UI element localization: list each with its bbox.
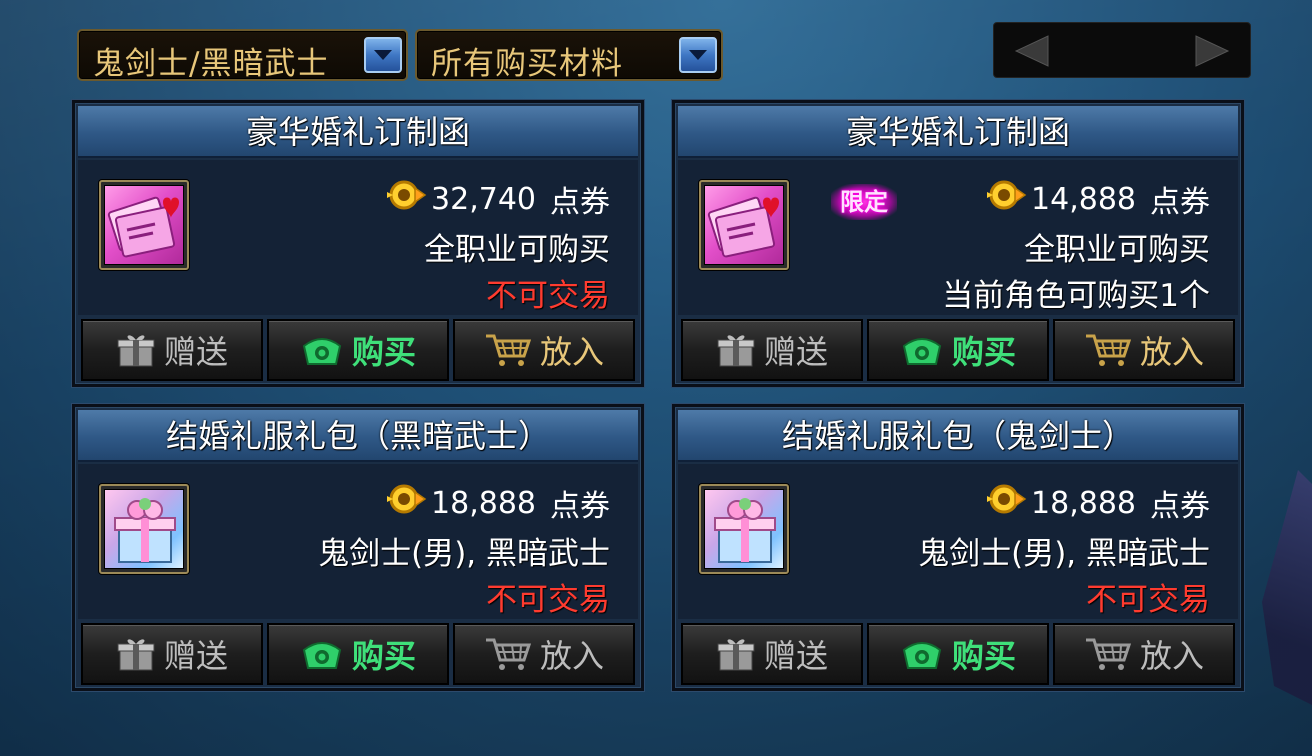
- item-price: 18,888 点券: [387, 482, 610, 524]
- item-body: 32,740 点券全职业可购买不可交易: [78, 160, 638, 315]
- price-currency: 点券: [550, 489, 610, 524]
- item-card: 结婚礼服礼包（黑暗武士） 18,888 点券鬼剑士(男), 黑暗武士不可交易赠送 购买…: [72, 404, 644, 691]
- buy-icon: [300, 332, 344, 368]
- item-title: 结婚礼服礼包（鬼剑士）: [678, 410, 1238, 462]
- buy-icon: [900, 636, 944, 672]
- cart-label: 放入: [539, 333, 604, 371]
- page-navigator: [993, 22, 1251, 78]
- gift-icon: [116, 332, 156, 368]
- item-body: 18,888 点券鬼剑士(男), 黑暗武士不可交易: [78, 464, 638, 619]
- item-body: 18,888 点券鬼剑士(男), 黑暗武士不可交易: [678, 464, 1238, 619]
- buy-label: 购买: [951, 637, 1016, 675]
- item-actions: 赠送 购买 放入: [681, 319, 1235, 381]
- price-amount: 32,740: [431, 181, 536, 217]
- purchase-restriction: 全职业可购买: [424, 232, 610, 268]
- add-to-cart-button[interactable]: 放入: [453, 623, 635, 685]
- chevron-down-icon[interactable]: [679, 37, 717, 73]
- item-title: 豪华婚礼订制函: [78, 106, 638, 158]
- purchase-restriction: 全职业可购买: [1024, 232, 1210, 268]
- wedding-invitation-icon[interactable]: [699, 180, 789, 270]
- gift-box-icon[interactable]: [699, 484, 789, 574]
- item-price: 14,888 点券: [987, 178, 1210, 220]
- gift-box-icon[interactable]: [99, 484, 189, 574]
- coupon-coin-icon: [387, 178, 427, 220]
- gift-icon: [716, 636, 756, 672]
- gift-button[interactable]: 赠送: [681, 623, 863, 685]
- buy-label: 购买: [351, 637, 416, 675]
- item-title: 结婚礼服礼包（黑暗武士）: [78, 410, 638, 462]
- price-amount: 18,888: [1031, 485, 1136, 521]
- item-actions: 赠送 购买 放入: [681, 623, 1235, 685]
- trade-note: 不可交易: [1086, 582, 1210, 618]
- cart-icon: [484, 636, 532, 672]
- gift-icon: [116, 636, 156, 672]
- price-currency: 点券: [1150, 489, 1210, 524]
- next-page-arrow-icon[interactable]: [1192, 34, 1232, 72]
- price-currency: 点券: [550, 185, 610, 220]
- cart-icon: [1084, 636, 1132, 672]
- add-to-cart-button[interactable]: 放入: [453, 319, 635, 381]
- material-filter-dropdown[interactable]: 所有购买材料: [415, 29, 723, 81]
- chevron-down-icon[interactable]: [364, 37, 402, 73]
- price-amount: 14,888: [1031, 181, 1136, 217]
- buy-button[interactable]: 购买: [267, 623, 449, 685]
- purchase-restriction: 鬼剑士(男), 黑暗武士: [918, 536, 1210, 572]
- material-filter-value: 所有购买材料: [431, 46, 623, 81]
- cart-label: 放入: [1139, 333, 1204, 371]
- price-currency: 点券: [1150, 185, 1210, 220]
- coupon-coin-icon: [387, 482, 427, 524]
- item-body: 限定 14,888 点券全职业可购买当前角色可购买1个: [678, 160, 1238, 315]
- job-filter-value: 鬼剑士/黑暗武士: [93, 46, 329, 81]
- trade-note: 不可交易: [486, 278, 610, 314]
- item-price: 18,888 点券: [987, 482, 1210, 524]
- item-actions: 赠送 购买 放入: [81, 623, 635, 685]
- gift-label: 赠送: [763, 637, 828, 675]
- buy-icon: [300, 636, 344, 672]
- cart-icon: [484, 332, 532, 368]
- item-actions: 赠送 购买 放入: [81, 319, 635, 381]
- buy-button[interactable]: 购买: [267, 319, 449, 381]
- coupon-coin-icon: [987, 178, 1027, 220]
- gift-label: 赠送: [763, 333, 828, 371]
- gift-button[interactable]: 赠送: [81, 319, 263, 381]
- buy-button[interactable]: 购买: [867, 319, 1049, 381]
- gift-icon: [716, 332, 756, 368]
- add-to-cart-button[interactable]: 放入: [1053, 623, 1235, 685]
- cart-label: 放入: [1139, 637, 1204, 675]
- wedding-invitation-icon[interactable]: [99, 180, 189, 270]
- limited-badge: 限定: [831, 184, 897, 220]
- job-filter-dropdown[interactable]: 鬼剑士/黑暗武士: [77, 29, 408, 81]
- item-card: 豪华婚礼订制函限定 14,888 点券全职业可购买当前角色可购买1个赠送 购买 放入: [672, 100, 1244, 387]
- item-price: 32,740 点券: [387, 178, 610, 220]
- cart-label: 放入: [539, 637, 604, 675]
- gift-label: 赠送: [163, 637, 228, 675]
- coupon-coin-icon: [987, 482, 1027, 524]
- trade-note: 当前角色可购买1个: [942, 278, 1210, 314]
- price-amount: 18,888: [431, 485, 536, 521]
- item-title: 豪华婚礼订制函: [678, 106, 1238, 158]
- buy-button[interactable]: 购买: [867, 623, 1049, 685]
- prev-page-arrow-icon[interactable]: [1012, 34, 1052, 72]
- gift-label: 赠送: [163, 333, 228, 371]
- gift-button[interactable]: 赠送: [81, 623, 263, 685]
- item-card: 豪华婚礼订制函 32,740 点券全职业可购买不可交易赠送 购买 放入: [72, 100, 644, 387]
- add-to-cart-button[interactable]: 放入: [1053, 319, 1235, 381]
- buy-icon: [900, 332, 944, 368]
- buy-label: 购买: [351, 333, 416, 371]
- purchase-restriction: 鬼剑士(男), 黑暗武士: [318, 536, 610, 572]
- trade-note: 不可交易: [486, 582, 610, 618]
- gift-button[interactable]: 赠送: [681, 319, 863, 381]
- cart-icon: [1084, 332, 1132, 368]
- buy-label: 购买: [951, 333, 1016, 371]
- item-card: 结婚礼服礼包（鬼剑士） 18,888 点券鬼剑士(男), 黑暗武士不可交易赠送 购买 放…: [672, 404, 1244, 691]
